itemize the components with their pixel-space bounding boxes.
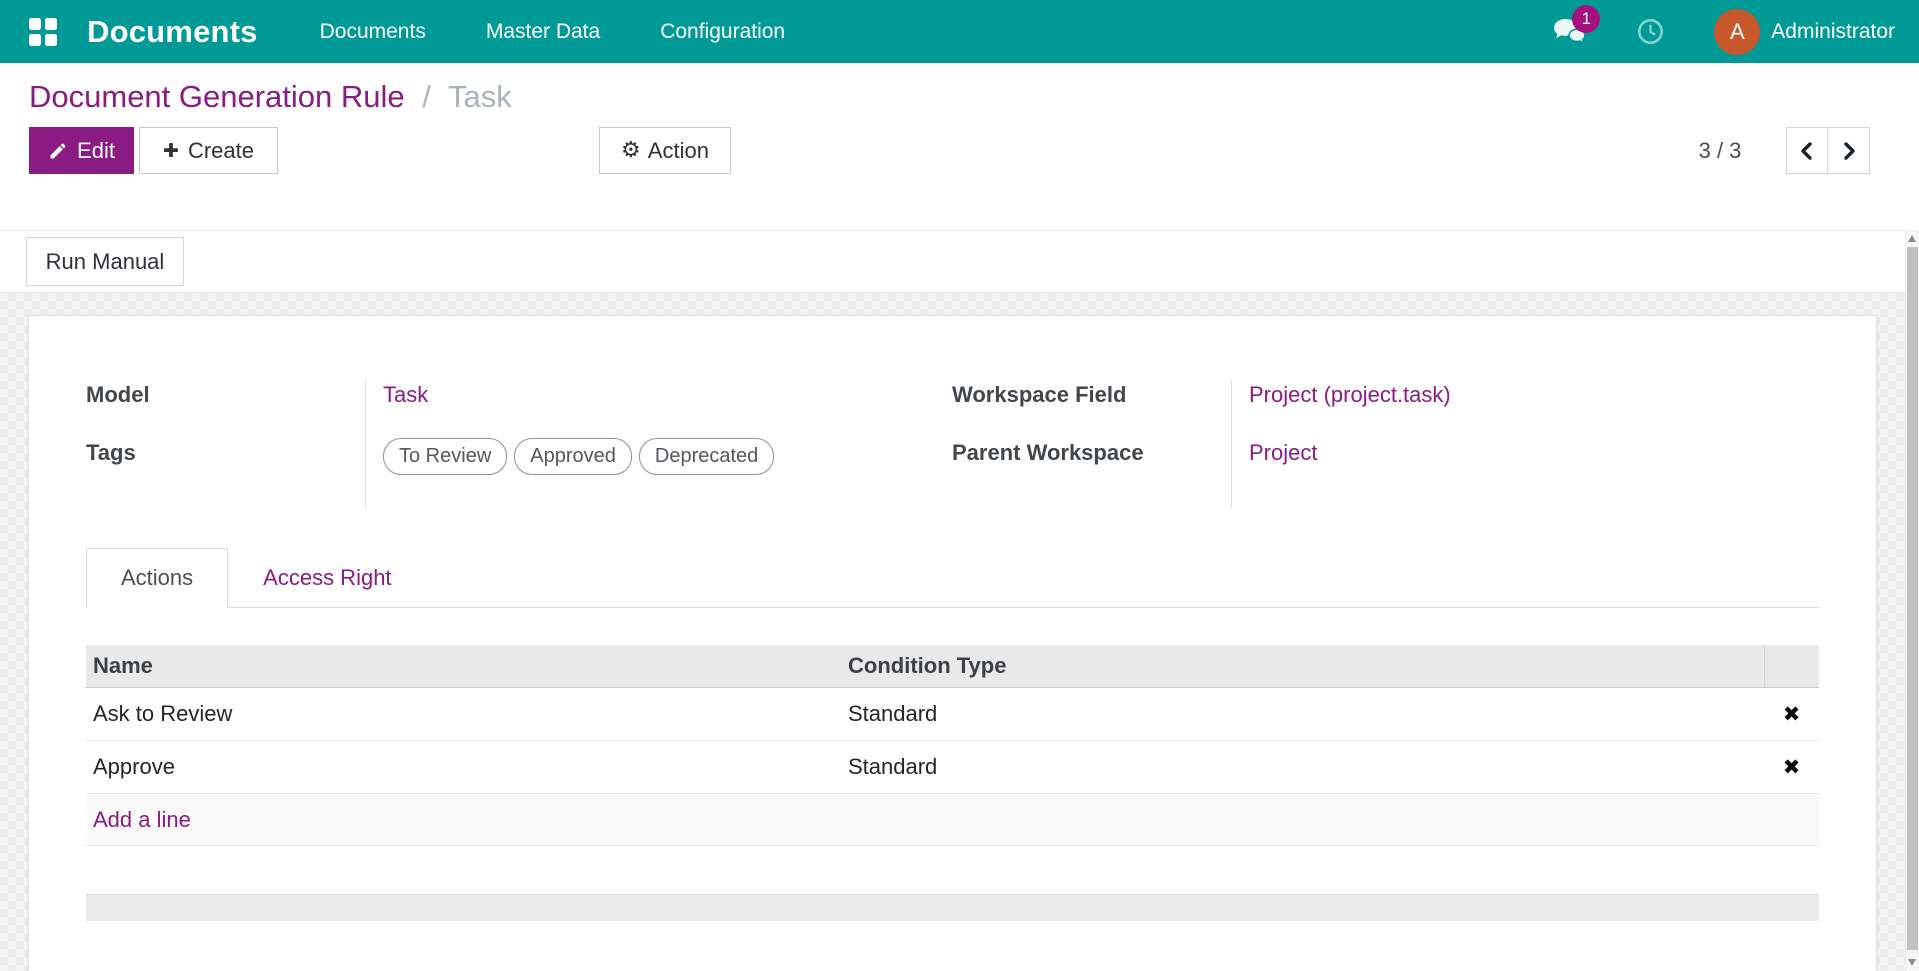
cell-condition-type: Standard <box>848 754 938 779</box>
empty-list-header-strip <box>86 894 1819 921</box>
cell-name: Ask to Review <box>93 701 233 726</box>
chevron-left-icon <box>1798 141 1816 161</box>
pager-buttons <box>1786 127 1870 174</box>
breadcrumb-parent-link[interactable]: Document Generation Rule <box>29 79 405 114</box>
form-sheet: Model Tags Task To Review Approved Depre… <box>28 315 1877 971</box>
breadcrumb-current: Task <box>447 79 512 114</box>
field-group-right: Workspace Field Parent Workspace Project… <box>952 380 1818 508</box>
list-header-row: Name Condition Type <box>86 645 1819 688</box>
menu-configuration[interactable]: Configuration <box>658 14 787 50</box>
column-header-delete <box>1764 645 1819 687</box>
activities-button[interactable] <box>1637 18 1664 45</box>
clock-icon <box>1637 18 1664 45</box>
workspace-field-value-link[interactable]: Project (project.task) <box>1249 382 1451 407</box>
chevron-right-icon <box>1840 141 1858 161</box>
gear-icon: ⚙ <box>621 138 641 163</box>
apps-menu-icon[interactable] <box>29 17 57 46</box>
form-statusbar: Run Manual <box>0 230 1919 293</box>
user-avatar[interactable]: A <box>1714 8 1761 55</box>
scrollbar-down-arrow[interactable] <box>1908 959 1916 966</box>
breadcrumb: Document Generation Rule / Task <box>0 63 1919 127</box>
run-manual-button[interactable]: Run Manual <box>26 237 184 286</box>
edit-button[interactable]: Edit <box>29 127 134 174</box>
cell-condition-type: Standard <box>848 701 938 726</box>
create-button-label: Create <box>187 137 254 163</box>
table-row[interactable]: Ask to Review Standard ✖ <box>86 688 1819 741</box>
documents-app-window: Documents Documents Master Data Configur… <box>0 0 1919 971</box>
tag-pill: To Review <box>383 438 508 475</box>
pager-counter: 3 / 3 <box>1698 137 1742 163</box>
delete-row-icon[interactable]: ✖ <box>1783 756 1801 778</box>
scrollbar-up-arrow[interactable] <box>1908 235 1916 242</box>
workspace-field-label: Workspace Field <box>952 382 1127 407</box>
field-group-left: Model Tags Task To Review Approved Depre… <box>86 380 952 508</box>
tags-field-label: Tags <box>86 440 136 465</box>
pencil-icon <box>48 141 68 161</box>
actions-list: Name Condition Type Ask to Review Standa… <box>86 645 1819 846</box>
table-row[interactable]: Approve Standard ✖ <box>86 741 1819 794</box>
model-field-label: Model <box>86 382 150 407</box>
run-manual-label: Run Manual <box>45 248 165 274</box>
pager-previous-button[interactable] <box>1786 127 1828 174</box>
scrollbar-thumb[interactable] <box>1907 247 1918 950</box>
user-menu[interactable]: Administrator <box>1771 20 1895 44</box>
menu-documents[interactable]: Documents <box>318 14 428 50</box>
add-a-line-link[interactable]: Add a line <box>86 794 1819 846</box>
navbar-right-section: 1 A Administrator <box>1552 4 1895 55</box>
column-header-name[interactable]: Name <box>86 653 848 679</box>
action-dropdown-button[interactable]: ⚙ Action <box>599 127 731 174</box>
plus-icon: ✚ <box>163 139 179 162</box>
parent-workspace-label: Parent Workspace <box>952 440 1144 465</box>
create-button[interactable]: ✚ Create <box>139 127 278 174</box>
form-view-content: Model Tags Task To Review Approved Depre… <box>0 293 1919 971</box>
delete-row-icon[interactable]: ✖ <box>1783 703 1801 725</box>
top-navbar: Documents Documents Master Data Configur… <box>0 0 1919 63</box>
main-menu: Documents Master Data Configuration <box>318 14 788 50</box>
tab-actions[interactable]: Actions <box>86 548 229 608</box>
column-header-condition-type[interactable]: Condition Type <box>848 653 1764 679</box>
messages-button[interactable]: 1 <box>1552 4 1601 48</box>
edit-button-label: Edit <box>77 137 115 163</box>
cell-name: Approve <box>93 754 175 779</box>
app-brand-title[interactable]: Documents <box>87 14 258 50</box>
menu-master-data[interactable]: Master Data <box>484 14 602 50</box>
form-field-groups: Model Tags Task To Review Approved Depre… <box>86 380 1819 508</box>
parent-workspace-value-link[interactable]: Project <box>1249 440 1317 465</box>
vertical-scrollbar[interactable] <box>1905 230 1919 971</box>
notebook-tabs: Actions Access Right <box>86 548 1819 608</box>
messages-count-badge: 1 <box>1572 4 1601 33</box>
action-button-label: Action <box>647 137 709 163</box>
tag-pill: Approved <box>514 438 632 475</box>
model-field-value-link[interactable]: Task <box>383 382 428 407</box>
tab-access-right[interactable]: Access Right <box>228 548 426 608</box>
control-panel-buttons: Edit ✚ Create ⚙ Action 3 / 3 <box>29 127 1890 174</box>
pager-next-button[interactable] <box>1828 127 1870 174</box>
tags-field-value: To Review Approved Deprecated <box>383 438 952 475</box>
breadcrumb-separator: / <box>422 79 431 114</box>
tag-pill: Deprecated <box>638 438 775 475</box>
